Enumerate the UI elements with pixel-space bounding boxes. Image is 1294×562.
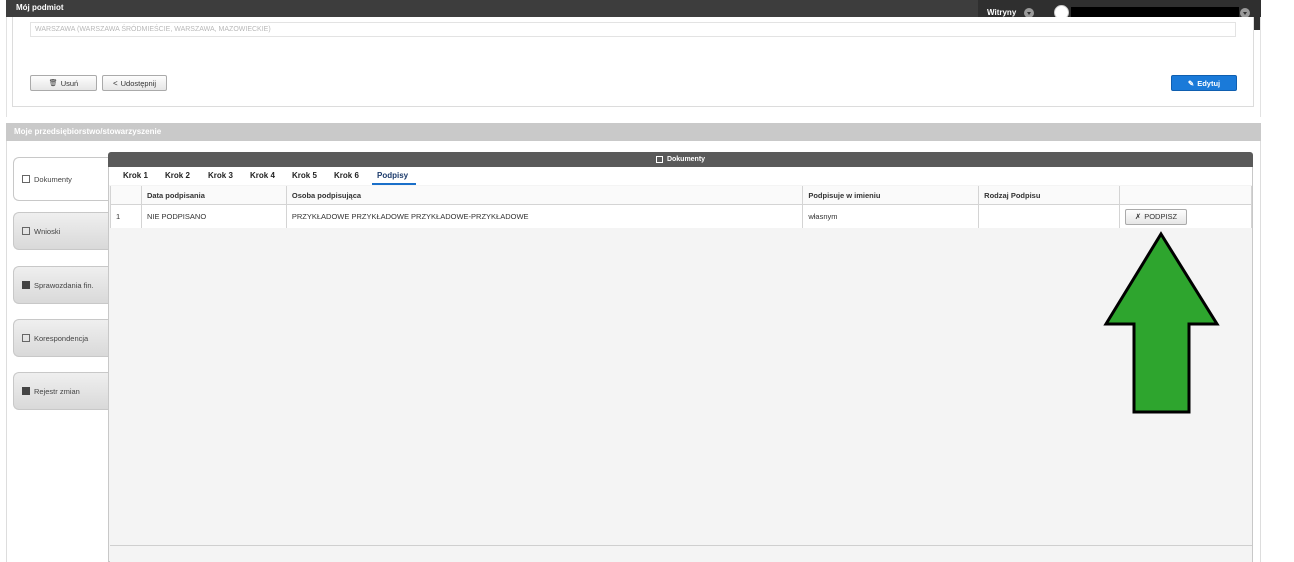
column-header [1119,186,1252,205]
document-icon [655,156,663,163]
signing-person: PRZYKŁADOWE PRZYKŁADOWE PRZYKŁADOWE-PRZY… [285,204,804,229]
documents-title: Dokumenty [108,152,1253,167]
side-tab-label: Korespondencja [34,333,89,343]
panel-border [1260,17,1261,117]
action-cell: ✗ PODPISZ [1119,204,1252,229]
side-tab-korespondencja[interactable]: Korespondencja [13,319,108,357]
table-footer [110,546,1252,562]
column-header[interactable]: Rodzaj Podpisu [978,186,1121,205]
table-empty-area [110,228,1252,545]
annotation-arrow-icon [1103,231,1220,414]
table-row: 1 NIE PODPISANO PRZYKŁADOWE PRZYKŁADOWE … [110,204,1252,229]
side-tab-label: Sprawozdania fin. [34,280,94,290]
on-behalf: własnym [802,204,980,229]
tab-krok-2[interactable]: Krok 2 [165,171,190,180]
briefcase-icon [22,387,30,395]
section-title: Moje przedsiębiorstwo/stowarzyszenie [14,127,162,136]
edit-button[interactable]: ✎ Edytuj [1171,75,1237,91]
side-tab-label: Dokumenty [34,174,72,184]
edit-button-label: Edytuj [1197,78,1221,88]
share-icon: < [112,78,118,88]
side-tab-label: Rejestr zmian [34,386,80,396]
document-icon [22,175,30,183]
side-tab-rejestr[interactable]: Rejestr zmian [13,372,108,410]
column-header[interactable]: Data podpisania [140,186,287,205]
sign-button[interactable]: ✗ PODPISZ [1125,208,1188,225]
section-header [6,123,1261,141]
side-tab-wnioski[interactable]: Wnioski [13,212,108,250]
signatures-table: Data podpisania Osoba podpisująca Podpis… [110,186,1252,229]
sites-menu-label[interactable]: Witryny [987,8,1016,17]
share-button[interactable]: < Udostępnij [102,75,167,91]
pen-icon: ✗ [1134,212,1142,221]
address-field[interactable]: WARSZAWA (WARSZAWA ŚRÓDMIEŚCIE, WARSZAWA… [30,22,1236,37]
share-button-label: Udostępnij [120,78,157,88]
tab-krok-5[interactable]: Krok 5 [292,171,317,180]
page-title: Mój podmiot [16,3,64,12]
signature-type [978,204,1121,229]
column-header [110,186,142,205]
side-tab-dokumenty[interactable]: Dokumenty [13,157,108,201]
arrow-shape [1103,231,1220,414]
tab-krok-4[interactable]: Krok 4 [250,171,275,180]
signing-date: NIE PODPISANO [140,204,287,229]
side-tab-label: Wnioski [34,226,61,236]
trash-icon: 🗑 [48,80,58,87]
tab-krok-6[interactable]: Krok 6 [334,171,359,180]
folder-icon [22,281,30,289]
tab-podpisy[interactable]: Podpisy [377,171,408,180]
edit-icon: ✎ [1187,78,1195,88]
column-header[interactable]: Podpisuje w imieniu [802,186,980,205]
table-header-row: Data podpisania Osoba podpisująca Podpis… [110,186,1252,205]
active-tab-indicator [372,183,416,185]
sign-button-label: PODPISZ [1144,212,1178,221]
delete-button[interactable]: 🗑 Usuń [30,75,97,91]
steps-bar [109,167,1252,185]
tab-krok-1[interactable]: Krok 1 [123,171,148,180]
panel-border [6,17,7,117]
tab-krok-3[interactable]: Krok 3 [208,171,233,180]
delete-button-label: Usuń [60,78,79,88]
row-number: 1 [110,204,142,229]
envelope-icon [22,334,30,342]
side-tab-sprawozdania[interactable]: Sprawozdania fin. [13,266,108,304]
file-icon [22,227,30,235]
column-header[interactable]: Osoba podpisująca [285,186,804,205]
documents-title-label: Dokumenty [666,156,706,163]
